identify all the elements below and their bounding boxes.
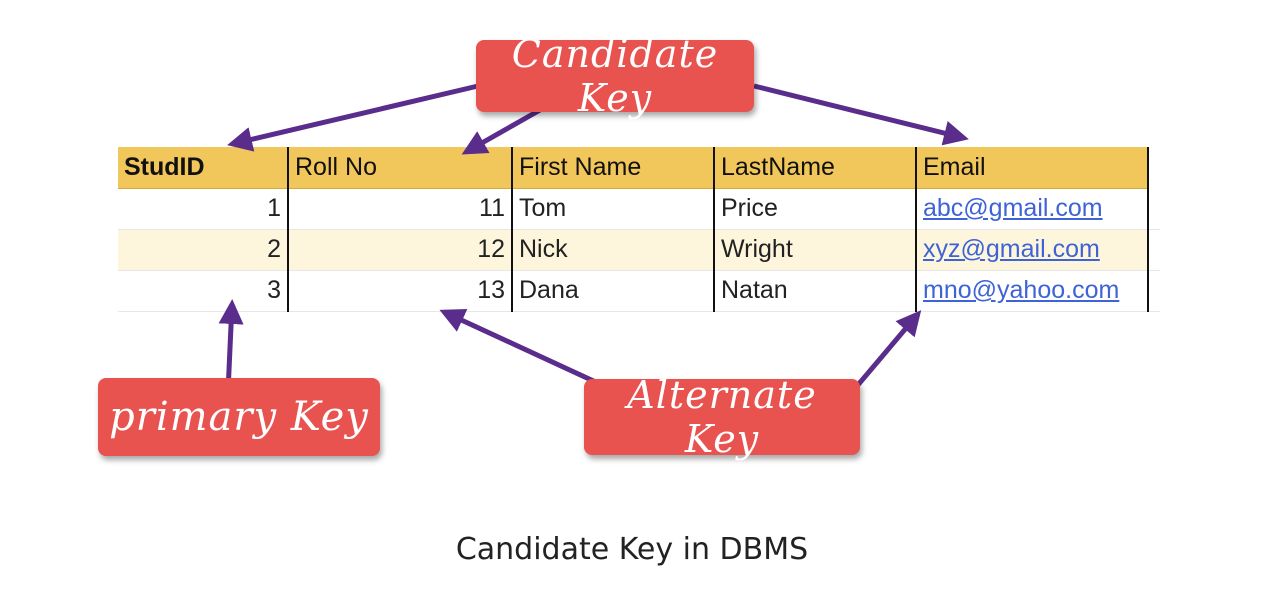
callout-alternate-key: Alternate Key xyxy=(584,373,860,461)
callout-primary-key: primary Key xyxy=(98,378,380,456)
arrow-alternate-to-email xyxy=(850,310,922,394)
arrow-candidate-to-studid xyxy=(227,83,479,152)
arrow-candidate-to-email xyxy=(753,83,969,146)
callout-candidate-key: Candidate Key xyxy=(476,32,754,120)
arrow-alternate-to-rollno xyxy=(439,309,602,387)
candidate-key-diagram: StudID Roll No First Name LastName Email… xyxy=(0,0,1264,612)
figure-caption: Candidate Key in DBMS xyxy=(455,532,809,567)
